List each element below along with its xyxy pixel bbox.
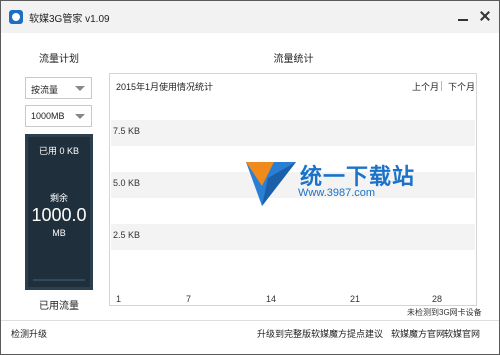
- upgrade-full-link[interactable]: 升级到完整版软媒魔方: [257, 327, 347, 340]
- y-tick-label: 2.5 KB: [113, 230, 141, 240]
- remaining-value: 1000.0: [31, 205, 87, 225]
- chart-title: 2015年1月使用情况统计: [116, 82, 214, 92]
- check-upgrade-link[interactable]: 检测升级: [11, 327, 47, 340]
- stats-title: 流量统计: [273, 54, 314, 65]
- app-window: 软媒3G管家 v1.09 流量计划 按流量 1000MB 已用 0 KB 剩余 …: [0, 0, 500, 355]
- watermark: 统一下载站 Www.3987.com: [244, 156, 434, 208]
- close-icon[interactable]: [478, 9, 492, 23]
- remaining-label: 剩余: [49, 193, 68, 203]
- usage-progress-track: [33, 279, 85, 281]
- official-site-link[interactable]: 软媒官网: [444, 327, 480, 340]
- used-traffic-label: 已用流量: [39, 301, 79, 312]
- feedback-link[interactable]: 提点建议: [347, 327, 383, 340]
- nav-divider: [441, 81, 447, 91]
- plan-title: 流量计划: [39, 54, 79, 65]
- window-title: 软媒3G管家 v1.09: [29, 14, 110, 25]
- title-bar[interactable]: 软媒3G管家 v1.09: [1, 1, 499, 33]
- x-tick-label: 1: [116, 294, 122, 304]
- x-tick-label: 7: [186, 294, 192, 304]
- grid-band: [111, 224, 475, 250]
- device-status: 未检测到3G网卡设备: [407, 308, 482, 317]
- plan-type-select[interactable]: 按流量: [25, 77, 92, 99]
- cube-site-link[interactable]: 软媒魔方官网: [391, 327, 445, 340]
- grid-band: [111, 120, 475, 146]
- plan-limit-select[interactable]: 1000MB: [25, 105, 92, 127]
- x-tick-label: 21: [350, 294, 361, 304]
- y-tick-label: 5.0 KB: [113, 178, 141, 188]
- plan-type-value: 按流量: [31, 85, 59, 95]
- x-tick-label: 28: [432, 294, 443, 304]
- watermark-logo-icon: [246, 162, 296, 206]
- prev-month-link[interactable]: 上个月: [412, 80, 439, 93]
- x-tick-label: 14: [266, 294, 277, 304]
- app-logo-icon: [9, 10, 23, 24]
- footer-divider: [1, 320, 499, 321]
- used-amount: 已用 0 KB: [38, 146, 79, 156]
- next-month-link[interactable]: 下个月: [448, 80, 475, 93]
- watermark-url: Www.3987.com: [298, 187, 376, 199]
- usage-meter: 已用 0 KB 剩余 1000.0 MB: [25, 134, 93, 290]
- chevron-down-icon: [75, 86, 85, 91]
- chevron-down-icon: [75, 114, 85, 119]
- y-tick-label: 7.5 KB: [113, 126, 141, 136]
- remaining-unit: MB: [52, 228, 66, 238]
- plan-limit-value: 1000MB: [31, 111, 65, 121]
- minimize-icon[interactable]: [456, 9, 470, 23]
